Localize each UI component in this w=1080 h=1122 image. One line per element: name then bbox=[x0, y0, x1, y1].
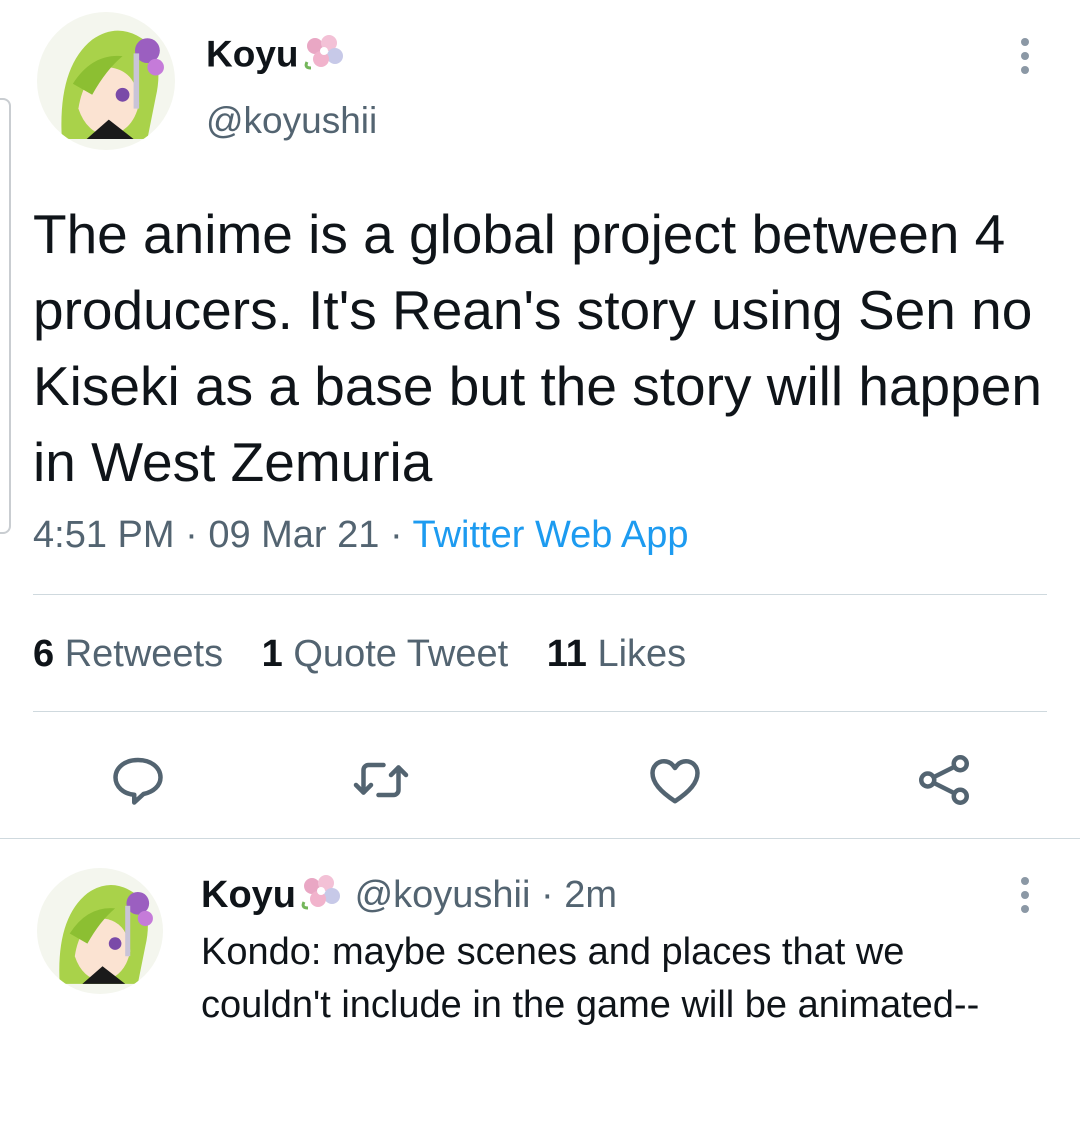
flower-emoji-icon bbox=[298, 872, 344, 922]
author-avatar[interactable] bbox=[37, 12, 175, 150]
share-icon[interactable] bbox=[914, 750, 974, 810]
like-icon[interactable] bbox=[645, 750, 705, 810]
divider bbox=[33, 711, 1047, 712]
author-display-name[interactable]: Koyu bbox=[206, 32, 347, 81]
retweet-icon[interactable] bbox=[351, 750, 411, 810]
reply-handle[interactable]: @koyushii bbox=[355, 874, 531, 916]
quote-tweets-stat[interactable]: 1 Quote Tweet bbox=[262, 633, 508, 675]
reply-icon[interactable] bbox=[108, 750, 168, 810]
divider bbox=[33, 594, 1047, 595]
scroll-edge bbox=[0, 98, 11, 534]
section-divider bbox=[0, 838, 1080, 839]
tweet-source-link[interactable]: Twitter Web App bbox=[413, 514, 689, 556]
reply-time[interactable]: 2m bbox=[564, 874, 617, 916]
reply-text: Kondo: maybe scenes and places that we c… bbox=[201, 931, 980, 1026]
likes-stat[interactable]: 11 Likes bbox=[547, 633, 686, 675]
reply-more-options-icon[interactable] bbox=[1019, 877, 1031, 919]
flower-emoji-icon bbox=[301, 32, 347, 81]
retweets-stat[interactable]: 6 Retweets bbox=[33, 633, 223, 675]
tweet-text: The anime is a global project between 4 … bbox=[33, 203, 1042, 493]
tweet-date[interactable]: 09 Mar 21 bbox=[208, 514, 379, 556]
author-handle[interactable]: @koyushii bbox=[206, 100, 377, 142]
tweet-meta: 4:51 PM · 09 Mar 21 · Twitter Web App bbox=[33, 514, 689, 556]
reply-author-avatar[interactable] bbox=[37, 868, 163, 994]
reply-display-name[interactable]: Koyu bbox=[201, 874, 296, 916]
tweet-stats: 6 Retweets 1 Quote Tweet 11 Likes bbox=[33, 633, 714, 676]
tweet-time[interactable]: 4:51 PM bbox=[33, 514, 175, 556]
reply-header: Koyu @koyushii · 2m bbox=[201, 872, 617, 922]
more-options-icon[interactable] bbox=[1019, 38, 1031, 80]
